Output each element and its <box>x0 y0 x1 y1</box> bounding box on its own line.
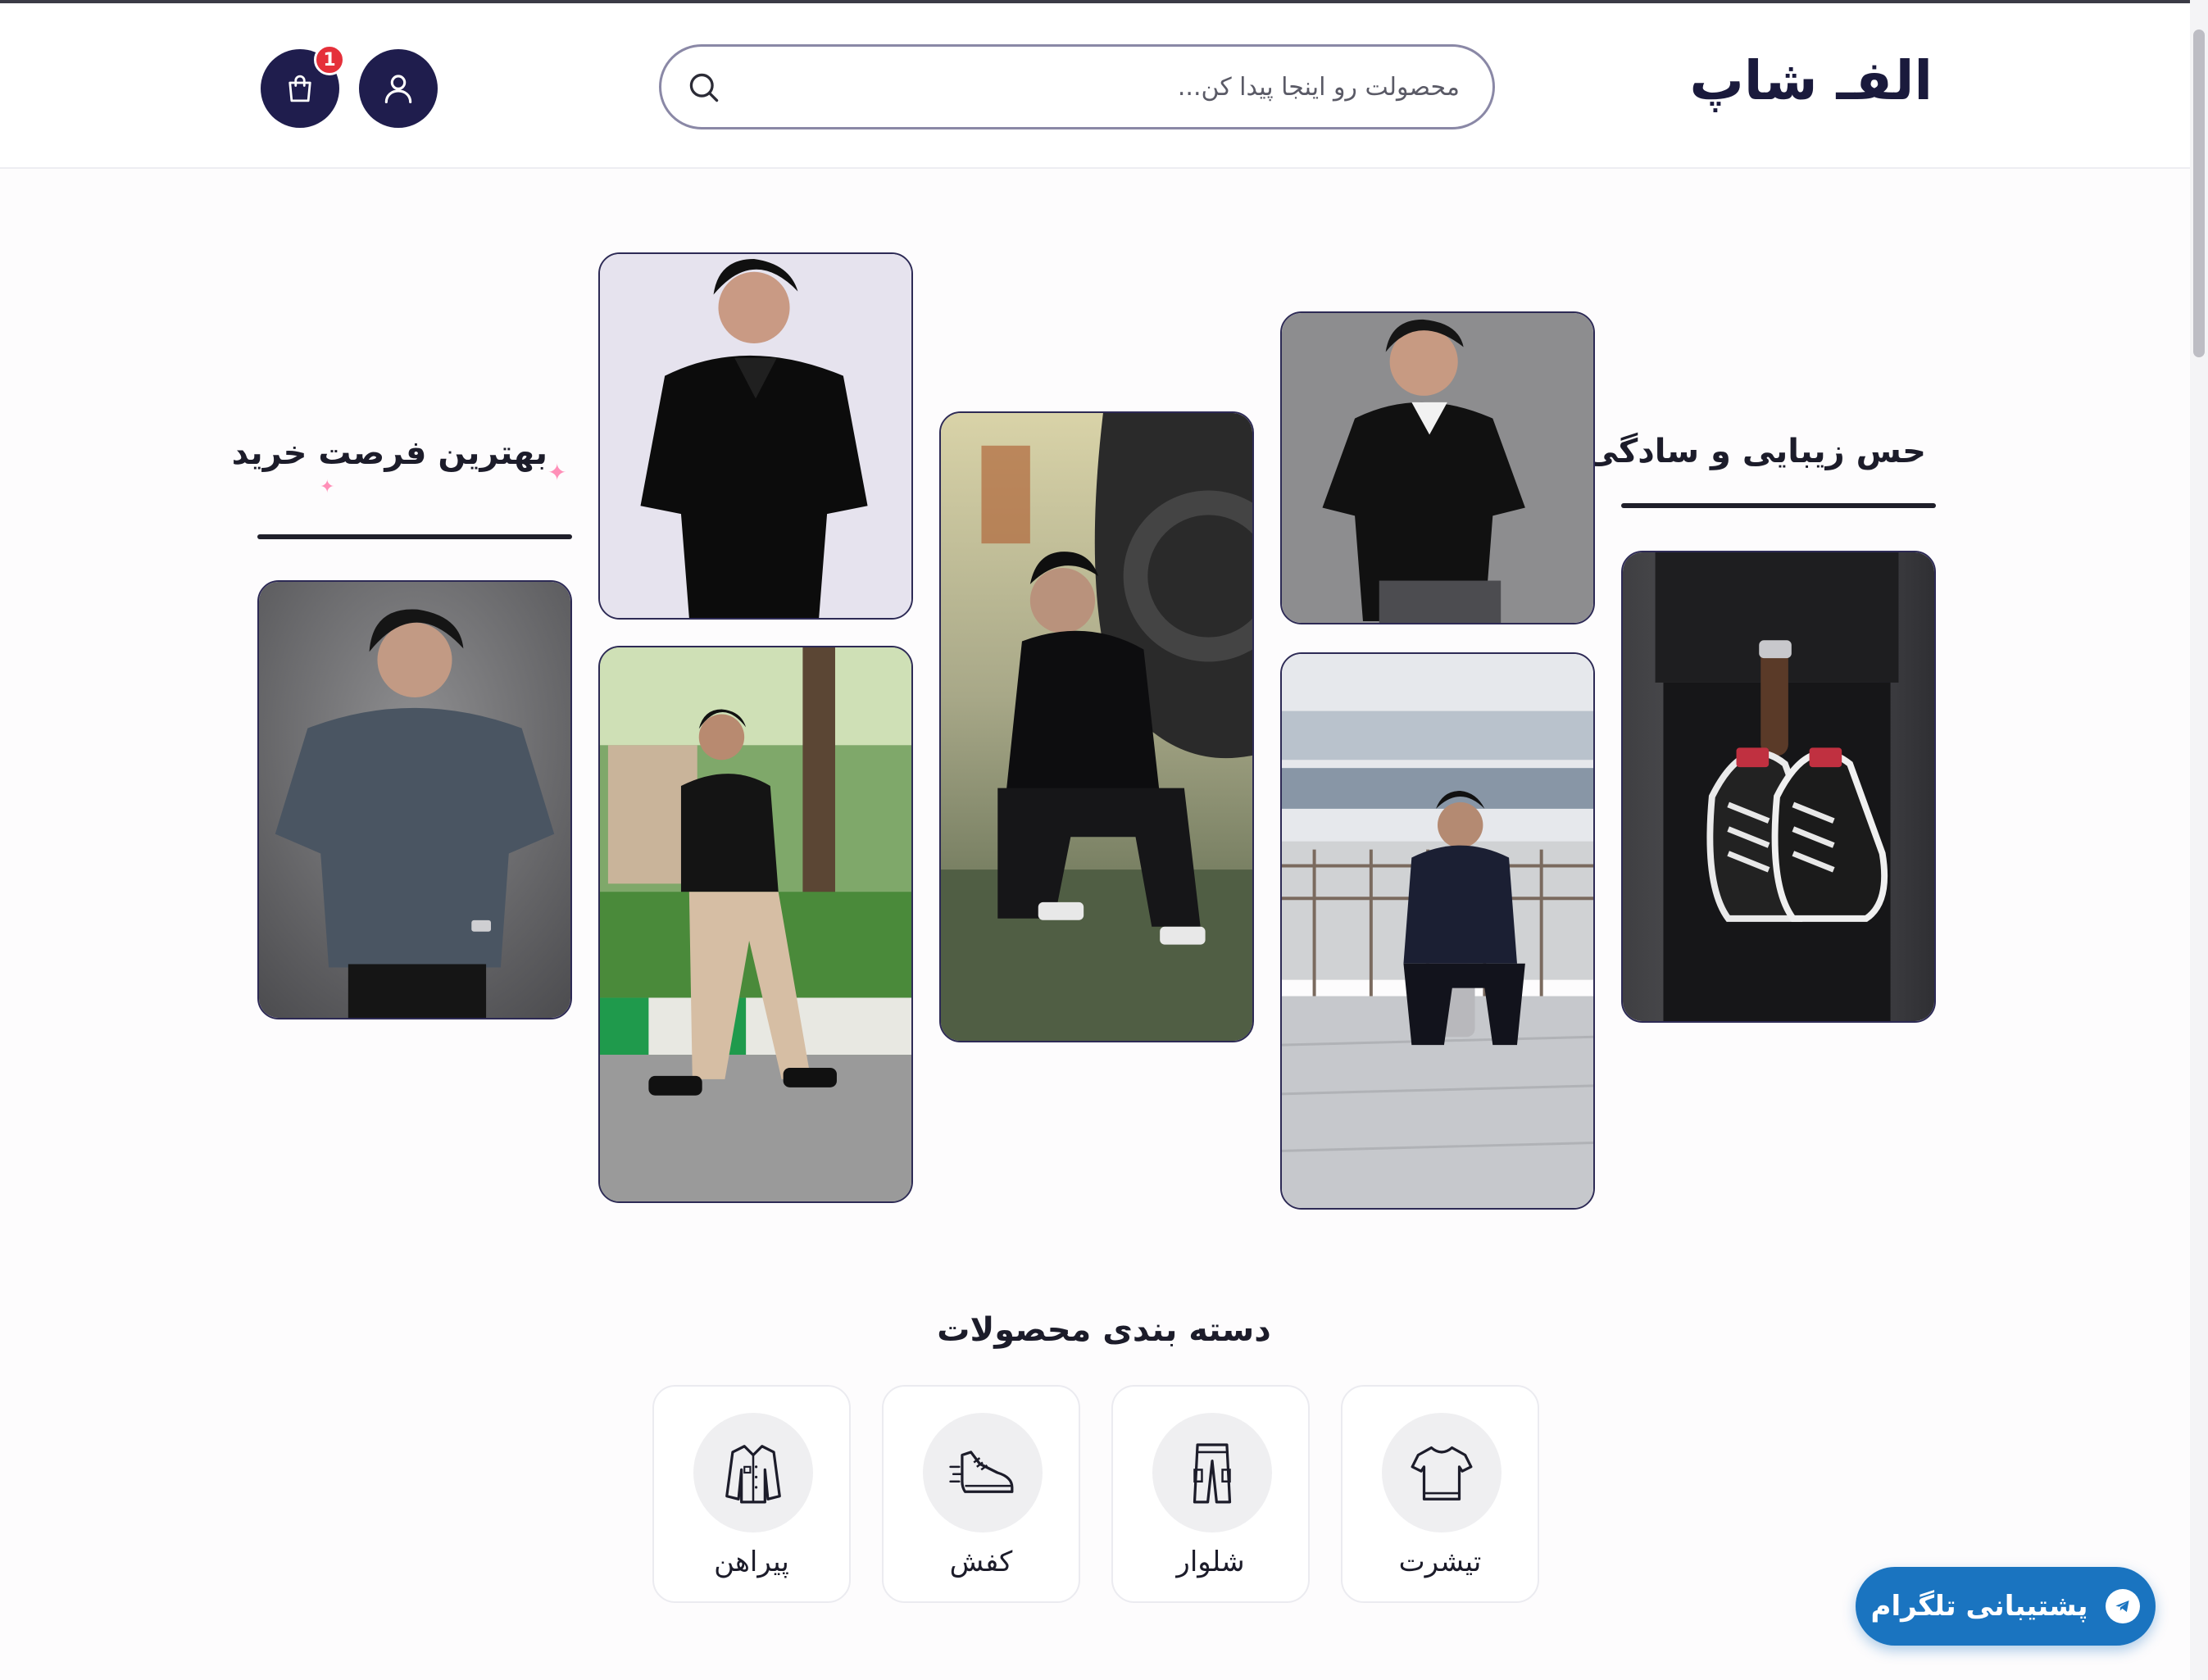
search-icon[interactable] <box>686 70 722 106</box>
category-label: پیراهن <box>714 1546 789 1578</box>
category-card-pants[interactable]: شلوار <box>1111 1385 1310 1603</box>
category-card-shoes[interactable]: کفش <box>882 1385 1080 1603</box>
category-card-shirt[interactable]: پیراهن <box>652 1385 851 1603</box>
studio-black-photo-image <box>600 254 911 618</box>
category-icon-circle <box>1382 1413 1502 1532</box>
tshirt-icon <box>1411 1446 1473 1501</box>
hero-title-right: حس زیبایی و سادگی <box>1585 433 1926 470</box>
scrollbar-thumb[interactable] <box>2193 30 2205 357</box>
category-card-tshirt[interactable]: تیشرت <box>1341 1385 1539 1603</box>
hero-photo-gray-tee[interactable] <box>257 580 572 1019</box>
shopping-bag-icon <box>288 75 311 102</box>
hero-title-left: بهترین فرصت خرید <box>231 434 547 472</box>
category-icon-circle <box>923 1413 1043 1532</box>
telegram-support-label: پشتیبانی تلگرام <box>1870 1590 2088 1623</box>
site-header: الفـ شاپ 1 <box>0 3 2208 169</box>
search-bar[interactable] <box>659 44 1495 129</box>
hero-underline-right <box>1621 503 1936 508</box>
site-logo[interactable]: الفـ شاپ <box>1690 49 1933 131</box>
page-scrollbar[interactable] <box>2190 0 2208 1680</box>
category-icon-circle <box>693 1413 813 1532</box>
tire-crouch-photo-image <box>941 413 1252 1041</box>
cart-count-badge: 1 <box>314 44 345 75</box>
telegram-icon <box>2106 1589 2141 1623</box>
category-label: شلوار <box>1176 1546 1245 1578</box>
hero-photo-black-shirt[interactable] <box>1280 311 1595 624</box>
sparkle-icon: ✦ <box>320 477 335 497</box>
user-icon <box>384 75 412 104</box>
urban-sitting-photo-image <box>1282 654 1593 1208</box>
telegram-support-button[interactable]: پشتیبانی تلگرام <box>1856 1567 2156 1646</box>
shoe-icon <box>949 1451 1014 1493</box>
category-label: تیشرت <box>1398 1546 1482 1578</box>
gray-tee-photo-image <box>259 582 570 1018</box>
shoes-photo-image <box>1623 552 1934 1021</box>
sparkle-icon: ✦ <box>547 459 567 486</box>
pants-icon <box>1193 1443 1232 1504</box>
hero-underline-left <box>257 534 572 539</box>
categories-title: دسته بندی محصولات <box>937 1311 1271 1349</box>
hero-photo-shoes[interactable] <box>1621 551 1936 1023</box>
category-label: کفش <box>949 1546 1013 1578</box>
hero-photo-walking[interactable] <box>598 646 913 1203</box>
user-account-button[interactable] <box>359 49 438 128</box>
shirt-icon <box>725 1445 781 1504</box>
hero-photo-tire-crouch[interactable] <box>939 411 1254 1042</box>
walking-photo-image <box>600 647 911 1201</box>
black-shirt-photo-image <box>1282 313 1593 623</box>
hero-photo-studio-black[interactable] <box>598 252 913 620</box>
hero-photo-urban-sitting[interactable] <box>1280 652 1595 1210</box>
search-input[interactable] <box>752 61 1460 112</box>
category-icon-circle <box>1152 1413 1272 1532</box>
